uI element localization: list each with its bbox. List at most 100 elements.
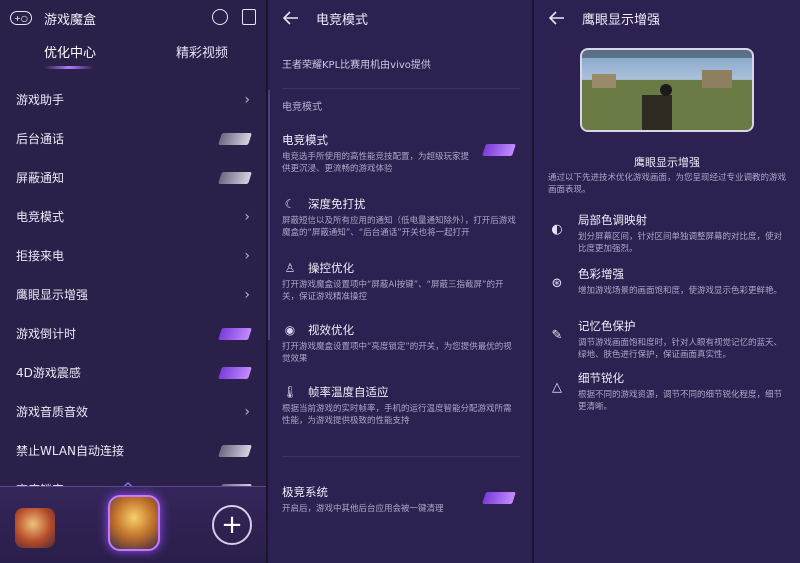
feature-title: 局部色调映射 [578, 213, 647, 227]
sharpen-icon: △ [552, 379, 562, 395]
back-arrow-icon[interactable] [280, 7, 302, 29]
settings-row-label: 4D游戏震感 [16, 366, 81, 380]
no-disturb-icon: ☾ [284, 197, 296, 211]
feature-desc: 调节游戏画面饱和度时，针对人眼有视觉记忆的蓝天、绿地、肤色进行保护，保证画面真实… [578, 338, 783, 360]
settings-row[interactable]: 游戏倒计时 [0, 314, 266, 353]
toggle-switch[interactable] [218, 327, 252, 340]
esports-mode-item: 电竞模式 电竞选手所使用的高性能竞技配置，为超级玩家提供更沉浸、更流畅的游戏体验 [282, 132, 518, 175]
game-box-panel: +○ 游戏魔盒 优化中心 精彩视频 游戏助手 › 后台通话 屏蔽通知 电竞模式 › 拒接来电… [0, 0, 266, 563]
back-arrow-icon[interactable] [546, 7, 568, 29]
esports-feature-item: ♙ 操控优化打开游戏魔盒设置项中“屏蔽AI按键”、“屏蔽三指截屏”的开关，保证游戏… [282, 260, 518, 303]
page-title: 游戏魔盒 [44, 12, 97, 28]
feature-title-text: 深度免打扰 [308, 197, 366, 211]
divider [282, 456, 520, 457]
add-app-button[interactable]: + [212, 505, 252, 545]
eagle-eye-panel: 鹰眼显示增强 鹰眼显示增强 通过以下先进技术优化游戏画面，为您呈现经过专业调教的… [534, 0, 800, 563]
tab-bar: 优化中心 精彩视频 [0, 42, 266, 68]
settings-row[interactable]: 游戏助手 › [0, 80, 266, 119]
eye-icon: ◉ [284, 323, 296, 337]
settings-row-label: 游戏音质音效 [16, 405, 89, 419]
divider [282, 88, 520, 89]
settings-row[interactable]: 4D游戏震感 [0, 353, 266, 392]
feature-title: ♙ 操控优化 [282, 260, 518, 276]
game-preview-image [580, 48, 754, 132]
color-circles-icon: ⊛ [551, 275, 563, 291]
feature-title-text: 操控优化 [308, 261, 354, 275]
esports-mode-title: 电竞模式 [282, 133, 328, 147]
settings-row-label: 游戏助手 [16, 93, 65, 107]
settings-row[interactable]: 游戏音质音效 › [0, 392, 266, 431]
esports-mode-desc: 电竞选手所使用的高性能竞技配置，为超级玩家提供更沉浸、更流畅的游戏体验 [282, 152, 470, 174]
esports-mode-panel: 电竞模式 王者荣耀KPL比赛用机由vivo提供 电竞模式 电竞模式 电竞选手所使… [268, 0, 532, 563]
enhancement-feature: ✎ 记忆色保护调节游戏画面饱和度时，针对人眼有视觉记忆的蓝天、绿地、肤色进行保护，… [548, 318, 786, 361]
feature-title: 记忆色保护 [578, 319, 636, 333]
feature-desc: 打开游戏魔盒设置项中“屏蔽AI按键”、“屏蔽三指截屏”的开关，保证游戏精准操控 [282, 280, 504, 302]
screenshot: +○ 游戏魔盒 优化中心 精彩视频 游戏助手 › 后台通话 屏蔽通知 电竞模式 › 拒接来电… [0, 0, 800, 563]
speed-icon[interactable] [212, 9, 228, 25]
game-box-header: +○ 游戏魔盒 [0, 0, 266, 36]
feature-desc: 划分屏幕区间，针对区间单独调整屏幕的对比度，使对比度更加强烈。 [578, 232, 783, 254]
feature-title: 细节锐化 [578, 371, 624, 385]
feature-desc: 屏蔽短信以及所有应用的通知（低电量通知除外），打开后游戏魔盒的“屏蔽通知”、“后… [282, 216, 516, 238]
toggle-switch[interactable] [218, 132, 252, 145]
settings-row-label: 电竞模式 [16, 210, 65, 224]
feature-desc: 打开游戏魔盒设置项中“亮度锁定”的开关，为您提供最优的视觉效果 [282, 342, 512, 364]
joystick-icon: ♙ [284, 261, 296, 275]
enhancement-feature: ⊛ 色彩增强增加游戏场景的画面饱和度，使游戏显示色彩更鲜艳。 [548, 266, 786, 297]
feature-title: 🌡 帧率温度自适应 [282, 384, 518, 400]
feature-title: ◉ 视效优化 [282, 322, 518, 338]
chevron-right-icon: › [244, 403, 250, 420]
section-title: 电竞模式 [282, 102, 322, 113]
extreme-system-toggle[interactable] [482, 492, 516, 504]
thermometer-icon: 🌡 [282, 385, 298, 399]
settings-row[interactable]: 拒接来电 › [0, 236, 266, 275]
enhancement-feature: ◐ 局部色调映射划分屏幕区间，针对区间单独调整屏幕的对比度，使对比度更加强烈。 [548, 212, 786, 255]
page-title: 电竞模式 [316, 12, 369, 28]
game-app-icon-selected[interactable] [108, 495, 160, 551]
settings-row-label: 拒接来电 [16, 249, 65, 263]
contrast-icon: ◐ [551, 221, 563, 237]
toggle-switch[interactable] [218, 366, 252, 379]
extreme-system-item: 极竞系统 开启后，游戏中其他后台应用会被一键清理 [282, 484, 518, 515]
enhancement-feature: △ 细节锐化根据不同的游戏资源，调节不同的细节锐化程度，细节更清晰。 [548, 370, 786, 413]
esports-feature-item: 🌡 帧率温度自适应根据当前游戏的实时帧率，手机的运行温度智能分配游戏所需性能，为游… [282, 384, 518, 427]
page-title: 鹰眼显示增强 [582, 12, 661, 28]
settings-row-label: 后台通话 [16, 132, 65, 146]
eagle-eye-header: 鹰眼显示增强 [534, 0, 800, 36]
toggle-switch[interactable] [218, 444, 252, 457]
esports-feature-item: ☾ 深度免打扰屏蔽短信以及所有应用的通知（低电量通知除外），打开后游戏魔盒的“屏蔽… [282, 196, 518, 239]
feature-title: 色彩增强 [578, 267, 624, 281]
color-memory-icon: ✎ [551, 327, 563, 343]
esports-header: 电竞模式 [268, 0, 532, 36]
feature-title: ☾ 深度免打扰 [282, 196, 518, 212]
preview-caption: 鹰眼显示增强 [634, 156, 700, 169]
settings-row-label: 屏蔽通知 [16, 171, 65, 185]
settings-row[interactable]: 后台通话 [0, 119, 266, 158]
settings-row[interactable]: 鹰眼显示增强 › [0, 275, 266, 314]
eagle-eye-desc: 通过以下先进技术优化游戏画面，为您呈现经过专业调教的游戏画面表现。 [548, 173, 787, 195]
tab-optimization[interactable]: 优化中心 [44, 42, 96, 61]
toggle-switch[interactable] [218, 171, 252, 184]
gamepad-icon: +○ [10, 11, 32, 25]
tab-videos[interactable]: 精彩视频 [176, 42, 228, 61]
chevron-right-icon: › [244, 91, 250, 108]
tab-indicator [44, 66, 94, 69]
settings-row-label: 禁止WLAN自动连接 [16, 444, 125, 458]
feature-desc: 根据不同的游戏资源，调节不同的细节锐化程度，细节更清晰。 [578, 390, 783, 412]
settings-row[interactable]: 屏蔽通知 [0, 158, 266, 197]
game-app-icon[interactable] [15, 508, 55, 548]
feature-desc: 根据当前游戏的实时帧率，手机的运行温度智能分配游戏所需性能，为游戏提供极致的性能… [282, 404, 512, 426]
esports-feature-item: ◉ 视效优化打开游戏魔盒设置项中“亮度锁定”的开关，为您提供最优的视觉效果 [282, 322, 518, 365]
scrollbar[interactable] [268, 90, 270, 340]
extreme-system-desc: 开启后，游戏中其他后台应用会被一键清理 [282, 504, 444, 514]
list-icon[interactable] [242, 9, 256, 25]
chevron-right-icon: › [244, 208, 250, 225]
settings-row-label: 鹰眼显示增强 [16, 288, 89, 302]
settings-row[interactable]: 电竞模式 › [0, 197, 266, 236]
settings-row[interactable]: 禁止WLAN自动连接 [0, 431, 266, 470]
sponsor-note: 王者荣耀KPL比赛用机由vivo提供 [282, 60, 431, 71]
esports-mode-toggle[interactable] [482, 144, 516, 156]
feature-desc: 增加游戏场景的画面饱和度，使游戏显示色彩更鲜艳。 [578, 286, 783, 296]
feature-title-text: 帧率温度自适应 [308, 385, 389, 399]
chevron-right-icon: › [244, 247, 250, 264]
